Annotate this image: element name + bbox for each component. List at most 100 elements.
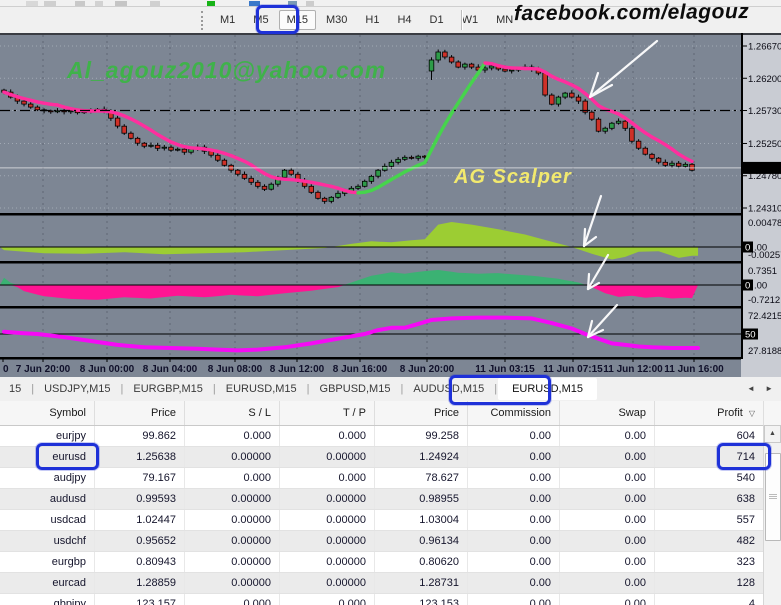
order-row-eurgbp[interactable]: eurgbp 0.80943 0.00000 0.00000 0.80620 0.00 0.… (0, 552, 781, 573)
value-cell: 0.00 (468, 489, 560, 509)
toolbar-drag-handle[interactable] (201, 11, 206, 30)
svg-text:8 Jun 16:00: 8 Jun 16:00 (333, 364, 388, 375)
value-cell: 0.00 (560, 552, 655, 572)
chart-tab-eurusd-m15[interactable]: EURUSD,M15 (217, 379, 306, 399)
value-cell: 0.000 (185, 426, 280, 446)
chart-tab-eurusd-m15[interactable]: EURUSD,M15 (498, 378, 597, 400)
value-cell: 482 (655, 531, 764, 551)
chart-tab-15[interactable]: 15 (0, 379, 30, 399)
value-cell: 123.157 (95, 594, 185, 605)
svg-text:11 Jun 12:00: 11 Jun 12:00 (603, 364, 663, 375)
svg-text:1.24310: 1.24310 (748, 203, 781, 214)
column-header-symbol[interactable]: Symbol (0, 401, 95, 425)
table-scrollbar[interactable]: ▲ (763, 425, 781, 605)
timeframe-button-m5[interactable]: M5 (245, 10, 276, 30)
svg-text:.00: .00 (754, 243, 767, 254)
order-row-usdcad[interactable]: usdcad 1.02447 0.00000 0.00000 1.03004 0.00 0.… (0, 510, 781, 531)
value-cell: 0.00000 (280, 447, 375, 467)
symbol-cell: eurcad (0, 573, 95, 593)
column-header-tp[interactable]: T / P (280, 401, 375, 425)
value-cell: 0.000 (280, 426, 375, 446)
chart-tab-audusd-m15[interactable]: AUDUSD,M15 (404, 379, 493, 399)
timeframe-button-h4[interactable]: H4 (389, 10, 419, 30)
value-cell: 0.00 (468, 531, 560, 551)
chart-tab-eurgbp-m15[interactable]: EURGBP,M15 (124, 379, 212, 399)
svg-text:0.7351: 0.7351 (748, 266, 777, 277)
order-row-eurjpy[interactable]: eurjpy 99.862 0.000 0.000 99.258 0.00 0.00 604 (0, 426, 781, 447)
value-cell: 0.00000 (280, 510, 375, 530)
value-cell: 0.000 (280, 594, 375, 605)
order-row-audusd[interactable]: audusd 0.99593 0.00000 0.00000 0.98955 0.00 0.… (0, 489, 781, 510)
svg-text:8 Jun 20:00: 8 Jun 20:00 (400, 364, 455, 375)
current-price-box (742, 161, 781, 174)
column-header-price[interactable]: Price (375, 401, 468, 425)
value-cell: 0.00000 (185, 489, 280, 509)
tab-scroll-arrows[interactable]: ◄ ► (747, 384, 777, 393)
column-header-swap[interactable]: Swap (560, 401, 655, 425)
email-watermark: Al_agouz2010@yahoo.com (67, 57, 387, 83)
chart-tab-gbpusd-m15[interactable]: GBPUSD,M15 (311, 379, 400, 399)
value-cell: 0.00000 (280, 573, 375, 593)
timeframe-button-d1[interactable]: D1 (422, 10, 452, 30)
value-cell: 99.258 (375, 426, 468, 446)
value-cell: 0.000 (185, 468, 280, 488)
column-header-sl[interactable]: S / L (185, 401, 280, 425)
svg-text:11 Jun 07:15: 11 Jun 07:15 (543, 364, 603, 375)
value-cell: 0.00 (560, 594, 655, 605)
svg-text:11 Jun 03:15: 11 Jun 03:15 (475, 364, 535, 375)
timeframe-button-w1[interactable]: W1 (454, 10, 487, 30)
scrollbar-thumb[interactable] (765, 453, 781, 541)
value-cell: 0.98955 (375, 489, 468, 509)
svg-text:1.25730: 1.25730 (748, 106, 781, 117)
timeframe-button-m1[interactable]: M1 (212, 10, 243, 30)
value-cell: 0.95652 (95, 531, 185, 551)
mt4-window: M1 M5 M15 M30 H1 H4 D1 W1 MN facebook.com/elagou… (0, 0, 781, 605)
symbol-cell: usdchf (0, 531, 95, 551)
value-cell: 0.00 (468, 468, 560, 488)
value-cell: 0.00 (468, 447, 560, 467)
value-cell: 0.00 (468, 594, 560, 605)
order-row-eurcad[interactable]: eurcad 1.28859 0.00000 0.00000 1.28731 0.00 0.… (0, 573, 781, 594)
value-cell: 540 (655, 468, 764, 488)
value-cell: 0.00 (468, 426, 560, 446)
order-row-usdchf[interactable]: usdchf 0.95652 0.00000 0.00000 0.96134 0.00 0.… (0, 531, 781, 552)
column-header-commission[interactable]: Commission (468, 401, 560, 425)
value-cell: 123.153 (375, 594, 468, 605)
value-cell: 0.00000 (280, 489, 375, 509)
sort-descending-icon[interactable]: ▽ (743, 409, 755, 418)
scroll-up-button[interactable]: ▲ (764, 425, 781, 443)
timeframe-button-h1[interactable]: H1 (357, 10, 387, 30)
clipped-icon (44, 1, 56, 6)
clipped-icon (95, 1, 103, 6)
column-header-profit[interactable]: Profit ▽ (655, 401, 764, 425)
svg-text:0.00478: 0.00478 (748, 218, 781, 229)
value-cell: 323 (655, 552, 764, 572)
clipped-icon (115, 1, 127, 6)
price-chart-canvas[interactable]: 1.266701.262001.257301.252501.247801.243… (0, 33, 781, 377)
chart-area: 1.26670 1.26200 1.25730 1.25250 1.24780 1.243… (0, 33, 781, 377)
order-row-gbpjpy[interactable]: gbpjpy 123.157 0.000 0.000 123.153 0.00 0.00 4 (0, 594, 781, 605)
ag-scalper-label: AG Scalper (454, 166, 572, 188)
value-cell: 1.03004 (375, 510, 468, 530)
timeframe-button-m30[interactable]: M30 (318, 10, 355, 30)
value-cell: 0.000 (185, 594, 280, 605)
value-cell: 557 (655, 510, 764, 530)
chart-tabs-bar: 15 | USDJPY,M15 | EURGBP,M15 | EURUSD,M15 | GBPU… (0, 377, 781, 402)
order-row-eurusd[interactable]: eurusd 1.25638 0.00000 0.00000 1.24924 0.00 0.… (0, 447, 781, 468)
value-cell: 0.00000 (185, 573, 280, 593)
value-cell: 78.627 (375, 468, 468, 488)
svg-text:8 Jun 08:00: 8 Jun 08:00 (208, 364, 263, 375)
clipped-icon (26, 1, 38, 6)
order-row-audjpy[interactable]: audjpy 79.167 0.000 0.000 78.627 0.00 0.00 540 (0, 468, 781, 489)
timeframe-button-m15[interactable]: M15 (278, 10, 316, 30)
svg-text:.00: .00 (754, 281, 767, 292)
timeframe-toolbar: M1 M5 M15 M30 H1 H4 D1 W1 MN facebook.com/elagou… (0, 0, 781, 34)
svg-text:72.4215: 72.4215 (748, 311, 781, 322)
chart-tab-usdjpy-m15[interactable]: USDJPY,M15 (35, 379, 119, 399)
table-header-row: Symbol Price S / LT / P Price Commission Swap… (0, 401, 781, 426)
symbol-cell: eurusd (0, 447, 95, 467)
column-header-price[interactable]: Price (95, 401, 185, 425)
symbol-cell: eurgbp (0, 552, 95, 572)
clipped-icon (150, 1, 160, 6)
svg-text:7 Jun 20:00: 7 Jun 20:00 (16, 364, 71, 375)
